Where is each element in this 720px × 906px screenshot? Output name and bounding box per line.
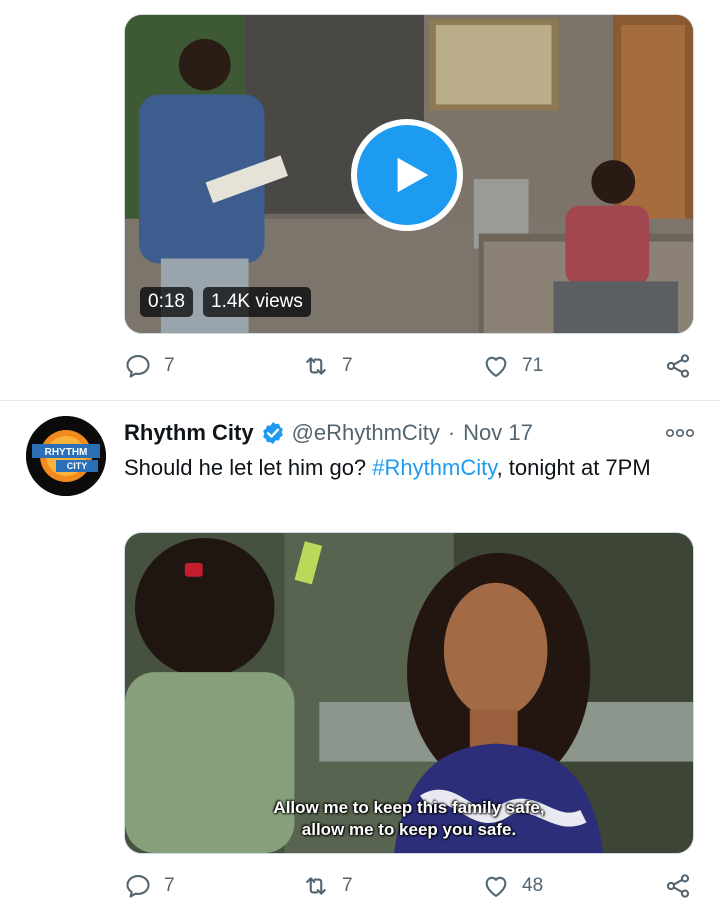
play-button[interactable]	[351, 119, 463, 231]
like-count: 71	[522, 355, 544, 376]
play-icon	[397, 157, 429, 193]
tweet-actions-1: 7 7 71	[124, 350, 696, 382]
retweet-count: 7	[342, 875, 353, 896]
tweet-date[interactable]: Nov 17	[463, 420, 533, 446]
hashtag-link[interactable]: #RhythmCity	[372, 455, 496, 480]
like-icon	[485, 356, 507, 377]
reply-count: 7	[164, 355, 175, 376]
share-icon	[666, 874, 690, 898]
video-subtitles: Allow me to keep this family safe, allow…	[125, 797, 693, 841]
video-player-1[interactable]: 0:18 1.4K views	[124, 14, 694, 334]
like-button[interactable]: 71	[482, 350, 543, 382]
share-button[interactable]	[664, 870, 692, 902]
tweet-text: Should he let let him go? #RhythmCity, t…	[124, 452, 684, 484]
video-views: 1.4K views	[203, 287, 311, 317]
like-count: 48	[522, 875, 544, 896]
author-name[interactable]: Rhythm City	[124, 420, 254, 446]
avatar[interactable]: RHYTHM CITY	[26, 416, 106, 496]
reply-icon	[126, 875, 150, 898]
retweet-icon	[306, 877, 326, 895]
more-icon[interactable]	[664, 424, 696, 442]
tweet-divider	[0, 400, 720, 401]
subtitle-line-2: allow me to keep you safe.	[301, 820, 517, 839]
tweet-header: Rhythm City @eRhythmCity · Nov 17	[124, 418, 533, 448]
like-button[interactable]: 48	[482, 870, 543, 902]
svg-text:RHYTHM: RHYTHM	[45, 447, 88, 458]
verified-icon	[262, 421, 283, 445]
video-duration: 0:18	[140, 287, 193, 317]
author-handle[interactable]: @eRhythmCity	[292, 420, 440, 446]
retweet-button[interactable]: 7	[302, 870, 353, 902]
retweet-count: 7	[342, 355, 353, 376]
reply-icon	[126, 355, 150, 378]
share-icon	[666, 354, 690, 378]
tweet-text-tail: , tonight at 7PM	[496, 455, 651, 480]
reply-count: 7	[164, 875, 175, 896]
retweet-icon	[306, 357, 326, 375]
tweet-actions-2: 7 7 48	[124, 870, 696, 902]
channel-logo-icon: RHYTHM CITY	[26, 416, 106, 496]
retweet-button[interactable]: 7	[302, 350, 353, 382]
reply-button[interactable]: 7	[124, 870, 175, 902]
video-player-2[interactable]: Allow me to keep this family safe, allow…	[124, 532, 694, 854]
separator: ·	[447, 420, 456, 445]
svg-text:CITY: CITY	[67, 461, 88, 471]
subtitle-line-1: Allow me to keep this family safe,	[273, 798, 545, 817]
share-button[interactable]	[664, 350, 692, 382]
tweet-text-body: Should he let let him go?	[124, 455, 373, 480]
like-icon	[485, 876, 507, 897]
reply-button[interactable]: 7	[124, 350, 175, 382]
